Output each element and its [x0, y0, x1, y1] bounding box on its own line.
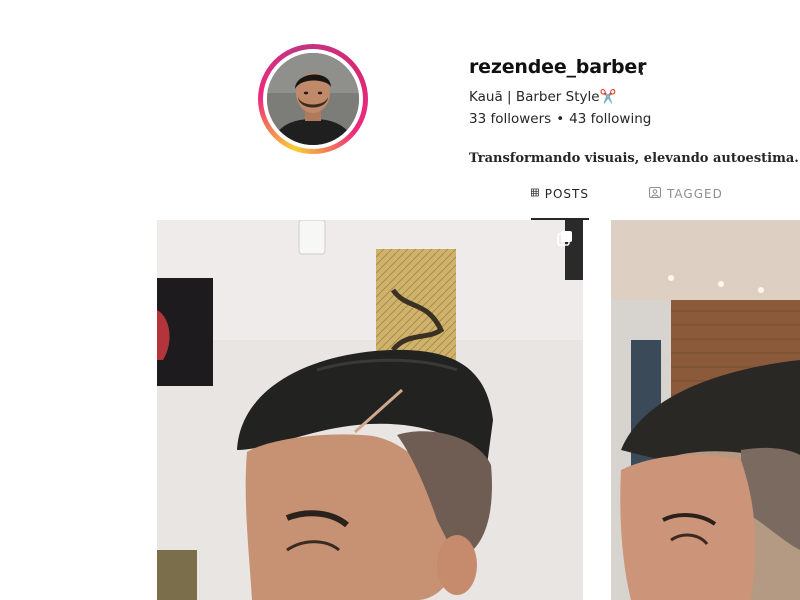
stats-separator: • — [556, 111, 565, 127]
tagged-icon — [649, 187, 661, 198]
post-2-image — [611, 220, 800, 600]
followers-link[interactable]: 33 followers — [469, 111, 551, 127]
post-2[interactable] — [611, 220, 800, 600]
post-1-image — [157, 220, 583, 600]
following-link[interactable]: 43 following — [569, 111, 651, 127]
tab-tagged-label: TAGGED — [667, 187, 723, 201]
multi-image-icon — [557, 231, 572, 246]
avatar-border — [263, 49, 363, 149]
more-options-icon — [639, 61, 643, 65]
grid-icon — [531, 188, 539, 197]
avatar-photo — [267, 53, 359, 145]
more-options-button[interactable] — [634, 58, 648, 78]
profile-full-name: Kauã | Barber Style✂️ — [469, 89, 617, 105]
profile-avatar-ring[interactable] — [258, 44, 368, 154]
profile-tabs: POSTS TAGGED — [0, 180, 800, 220]
profile-username: rezendee_barber — [469, 56, 647, 78]
avatar[interactable] — [267, 53, 359, 145]
profile-stats: 33 followers • 43 following — [469, 111, 651, 127]
post-1[interactable] — [157, 220, 583, 600]
profile-bio: Transformando visuais, elevando autoesti… — [469, 151, 800, 166]
tab-posts[interactable]: POSTS — [531, 180, 589, 220]
tab-posts-label: POSTS — [544, 187, 589, 201]
tab-tagged[interactable]: TAGGED — [649, 180, 723, 220]
